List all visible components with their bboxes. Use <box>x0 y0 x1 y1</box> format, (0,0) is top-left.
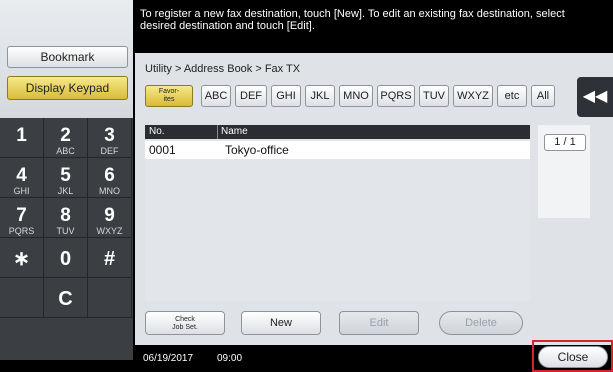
list-header: No. Name <box>145 125 530 139</box>
key-7[interactable]: 7 PQRS <box>0 198 44 238</box>
page-indicator: 1 / 1 <box>544 134 586 151</box>
bookmark-button[interactable]: Bookmark <box>7 46 128 68</box>
delete-button[interactable]: Delete <box>439 311 523 335</box>
row-number: 0001 <box>149 143 176 157</box>
instruction-message: To register a new fax destination, touch… <box>140 8 565 32</box>
tab-all[interactable]: All <box>531 85 555 107</box>
row-name: Tokyo-office <box>225 143 289 157</box>
key-3[interactable]: 3 DEF <box>88 118 132 158</box>
key-2[interactable]: 2 ABC <box>44 118 88 158</box>
breadcrumb: Utility > Address Book > Fax TX <box>145 63 301 75</box>
left-panel: Bookmark Display Keypad <box>0 0 133 118</box>
close-button[interactable]: Close <box>538 346 608 368</box>
tab-ghi[interactable]: GHI <box>271 85 301 107</box>
destination-list: No. Name 0001 Tokyo-office <box>145 125 530 301</box>
double-chevron-left-icon[interactable]: ◀◀ <box>577 77 613 117</box>
key-clear[interactable]: C <box>44 278 88 318</box>
edit-button[interactable]: Edit <box>339 311 419 335</box>
tab-def[interactable]: DEF <box>235 85 267 107</box>
display-keypad-button[interactable]: Display Keypad <box>7 76 128 100</box>
key-9[interactable]: 9 WXYZ <box>88 198 132 238</box>
new-button[interactable]: New <box>241 311 321 335</box>
key-blank-left <box>0 278 44 318</box>
pager: 1 / 1 <box>538 125 590 218</box>
tab-jkl[interactable]: JKL <box>305 85 335 107</box>
address-book-panel: Utility > Address Book > Fax TX Favor- i… <box>135 53 613 345</box>
tab-mno[interactable]: MNO <box>339 85 373 107</box>
tab-wxyz[interactable]: WXYZ <box>453 85 493 107</box>
tab-favorites[interactable]: Favor- ites <box>145 85 193 107</box>
key-blank-right <box>88 278 132 318</box>
table-row[interactable]: 0001 Tokyo-office <box>145 141 530 159</box>
tab-pqrs[interactable]: PQRS <box>377 85 415 107</box>
key-1[interactable]: 1 <box>0 118 44 158</box>
key-5[interactable]: 5 JKL <box>44 158 88 198</box>
numeric-keypad: 1 2 ABC 3 DEF 4 GHI 5 JKL 6 MNO 7 PQRS 8 TUV 9W… <box>0 118 133 360</box>
key-0[interactable]: 0 <box>44 238 88 278</box>
column-header-name: Name <box>217 125 248 139</box>
close-highlight: Close <box>532 340 613 372</box>
index-tab-bar: Favor- ites ABC DEF GHI JKL MNO PQRS TUV… <box>145 85 555 113</box>
column-header-no: No. <box>149 126 165 137</box>
key-4[interactable]: 4 GHI <box>0 158 44 198</box>
key-asterisk[interactable]: ∗ <box>0 238 44 278</box>
check-job-set-button[interactable]: Check Job Set. <box>145 311 225 335</box>
status-time: 09:00 <box>217 353 243 364</box>
tab-tuv[interactable]: TUV <box>419 85 449 107</box>
tab-etc[interactable]: etc <box>497 85 527 107</box>
tab-abc[interactable]: ABC <box>201 85 231 107</box>
key-6[interactable]: 6 MNO <box>88 158 132 198</box>
status-date: 06/19/2017 <box>143 353 194 364</box>
key-8[interactable]: 8 TUV <box>44 198 88 238</box>
key-hash[interactable]: # <box>88 238 132 278</box>
status-bar: 06/19/2017 09:00 <box>135 345 525 372</box>
